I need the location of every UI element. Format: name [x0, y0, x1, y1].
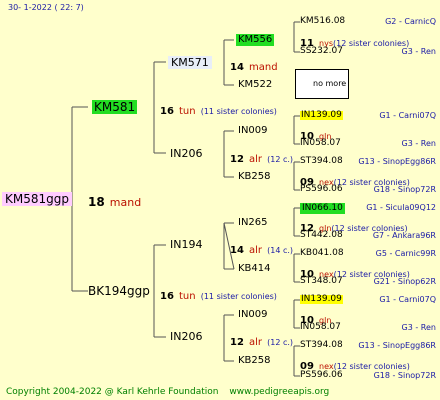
gen4-code-1: G2 - CarnicQ — [385, 17, 436, 26]
gen2-colony-2[interactable]: IN206 — [170, 148, 202, 159]
root-generation: 18 — [88, 195, 105, 209]
gen2-sisters: (12 c.) — [267, 338, 294, 347]
gen2-generation: 14 — [230, 62, 244, 73]
gen4-colony-8[interactable]: ST442.08 — [300, 231, 343, 240]
gen4-code-13: G13 - SinopEgg86R — [358, 341, 436, 350]
gen2-generation: 14 — [230, 245, 244, 256]
gen4-code-3: G1 - Carni07Q — [379, 111, 436, 120]
gen4-colony-5[interactable]: ST394.08 — [300, 157, 343, 166]
gen4-code-2: G3 - Ren — [401, 47, 436, 56]
gen1-sisters: (11 sister colonies) — [200, 107, 277, 116]
gen4-code-5: G13 - SinopEgg86R — [358, 157, 436, 166]
gen2-info-2: 12 alr (12 c.) — [230, 149, 293, 165]
gen1-info-1: 16 tun (11 sister colonies) — [160, 101, 277, 117]
gen3-colony-2[interactable]: KM522 — [238, 80, 272, 90]
gen3-colony-7[interactable]: IN009 — [238, 310, 268, 320]
gen4-colony-9[interactable]: KB041.08 — [300, 249, 344, 258]
gen4-colony-10[interactable]: ST348.07 — [300, 277, 343, 286]
gen2-sisters: (12 c.) — [267, 155, 294, 164]
gen4-code-7: G1 - Sicula09Q12 — [366, 203, 436, 212]
gen2-owner: mand — [249, 62, 278, 73]
root-info: 18 mand — [88, 193, 141, 209]
gen2-owner: alr — [249, 154, 263, 165]
root-colony[interactable]: KM581ggp — [2, 192, 72, 206]
gen2-info-4: 12 alr (12 c.) — [230, 332, 293, 348]
gen1-info-2: 16 tun (11 sister colonies) — [160, 286, 277, 302]
gen2-generation: 12 — [230, 154, 244, 165]
gen3-colony-6[interactable]: KB414 — [238, 264, 271, 274]
gen2-info-3: 14 alr (14 c.) — [230, 240, 293, 256]
gen4-colony-2[interactable]: SS232.07 — [300, 47, 343, 56]
gen3-colony-5[interactable]: IN265 — [238, 218, 268, 228]
gen1-sisters: (11 sister colonies) — [200, 292, 277, 301]
gen4-colony-6[interactable]: PS596.06 — [300, 185, 343, 194]
gen3-colony-1[interactable]: KM556 — [236, 34, 275, 46]
gen4-code-14: G18 - Sinop72R — [373, 371, 436, 380]
gen2-colony-4[interactable]: IN206 — [170, 331, 202, 342]
gen4-code-8: G7 - Ankara96R — [372, 231, 436, 240]
footer-copyright: Copyright 2004-2022 @ Karl Kehrle Founda… — [6, 387, 219, 397]
gen4-colony-4[interactable]: IN058.07 — [300, 139, 341, 148]
gen4-code-6: G18 - Sinop72R — [373, 185, 436, 194]
gen3-colony-4[interactable]: KB258 — [238, 172, 271, 182]
gen4-colony-12[interactable]: IN058.07 — [300, 323, 341, 332]
gen4-colony-1[interactable]: KM516.08 — [300, 17, 345, 26]
gen3-sisters: (12 sister colonies) — [333, 362, 410, 371]
gen1-generation: 16 — [160, 291, 174, 302]
gen1-generation: 16 — [160, 106, 174, 117]
gen4-code-12: G3 - Ren — [401, 323, 436, 332]
gen3-sisters: (12 sister colonies) — [333, 39, 410, 48]
gen2-owner: alr — [249, 337, 263, 348]
gen1-colony-1[interactable]: KM581 — [92, 100, 138, 114]
pedigree-chart: 30- 1-2022 ( 22: 7) KM581ggp 18 mand KM5… — [0, 0, 440, 400]
gen4-code-9: G5 - Carnic99R — [375, 249, 436, 258]
gen4-colony-14[interactable]: PS596.06 — [300, 371, 343, 380]
gen2-info-1: 14 mand — [230, 57, 278, 73]
gen2-generation: 12 — [230, 337, 244, 348]
gen4-colony-7[interactable]: IN066.10 — [300, 203, 345, 214]
gen1-owner: tun — [179, 106, 196, 117]
gen4-code-4: G3 - Ren — [401, 139, 436, 148]
header-date: 30- 1-2022 ( 22: 7) — [8, 3, 84, 12]
gen1-owner: tun — [179, 291, 196, 302]
gen3-colony-3[interactable]: IN009 — [238, 126, 268, 136]
gen3-colony-8[interactable]: KB258 — [238, 356, 271, 366]
gen4-colony-13[interactable]: ST394.08 — [300, 341, 343, 350]
footer-site-link[interactable]: www.pedigreeapis.org — [229, 387, 329, 397]
gen1-colony-2[interactable]: BK194ggp — [88, 285, 150, 297]
gen2-owner: alr — [249, 245, 263, 256]
no-more-label: no more — [313, 79, 347, 88]
gen4-code-11: G1 - Carni07Q — [379, 295, 436, 304]
gen2-colony-1[interactable]: KM571 — [168, 56, 212, 69]
footer: Copyright 2004-2022 @ Karl Kehrle Founda… — [6, 388, 329, 397]
gen4-colony-3[interactable]: IN139.09 — [300, 111, 343, 120]
gen2-sisters: (14 c.) — [267, 246, 294, 255]
gen4-code-10: G21 - Sinop62R — [373, 277, 436, 286]
root-owner: mand — [109, 196, 142, 209]
gen2-colony-3[interactable]: IN194 — [170, 239, 202, 250]
gen4-colony-11[interactable]: IN139.09 — [300, 295, 343, 304]
